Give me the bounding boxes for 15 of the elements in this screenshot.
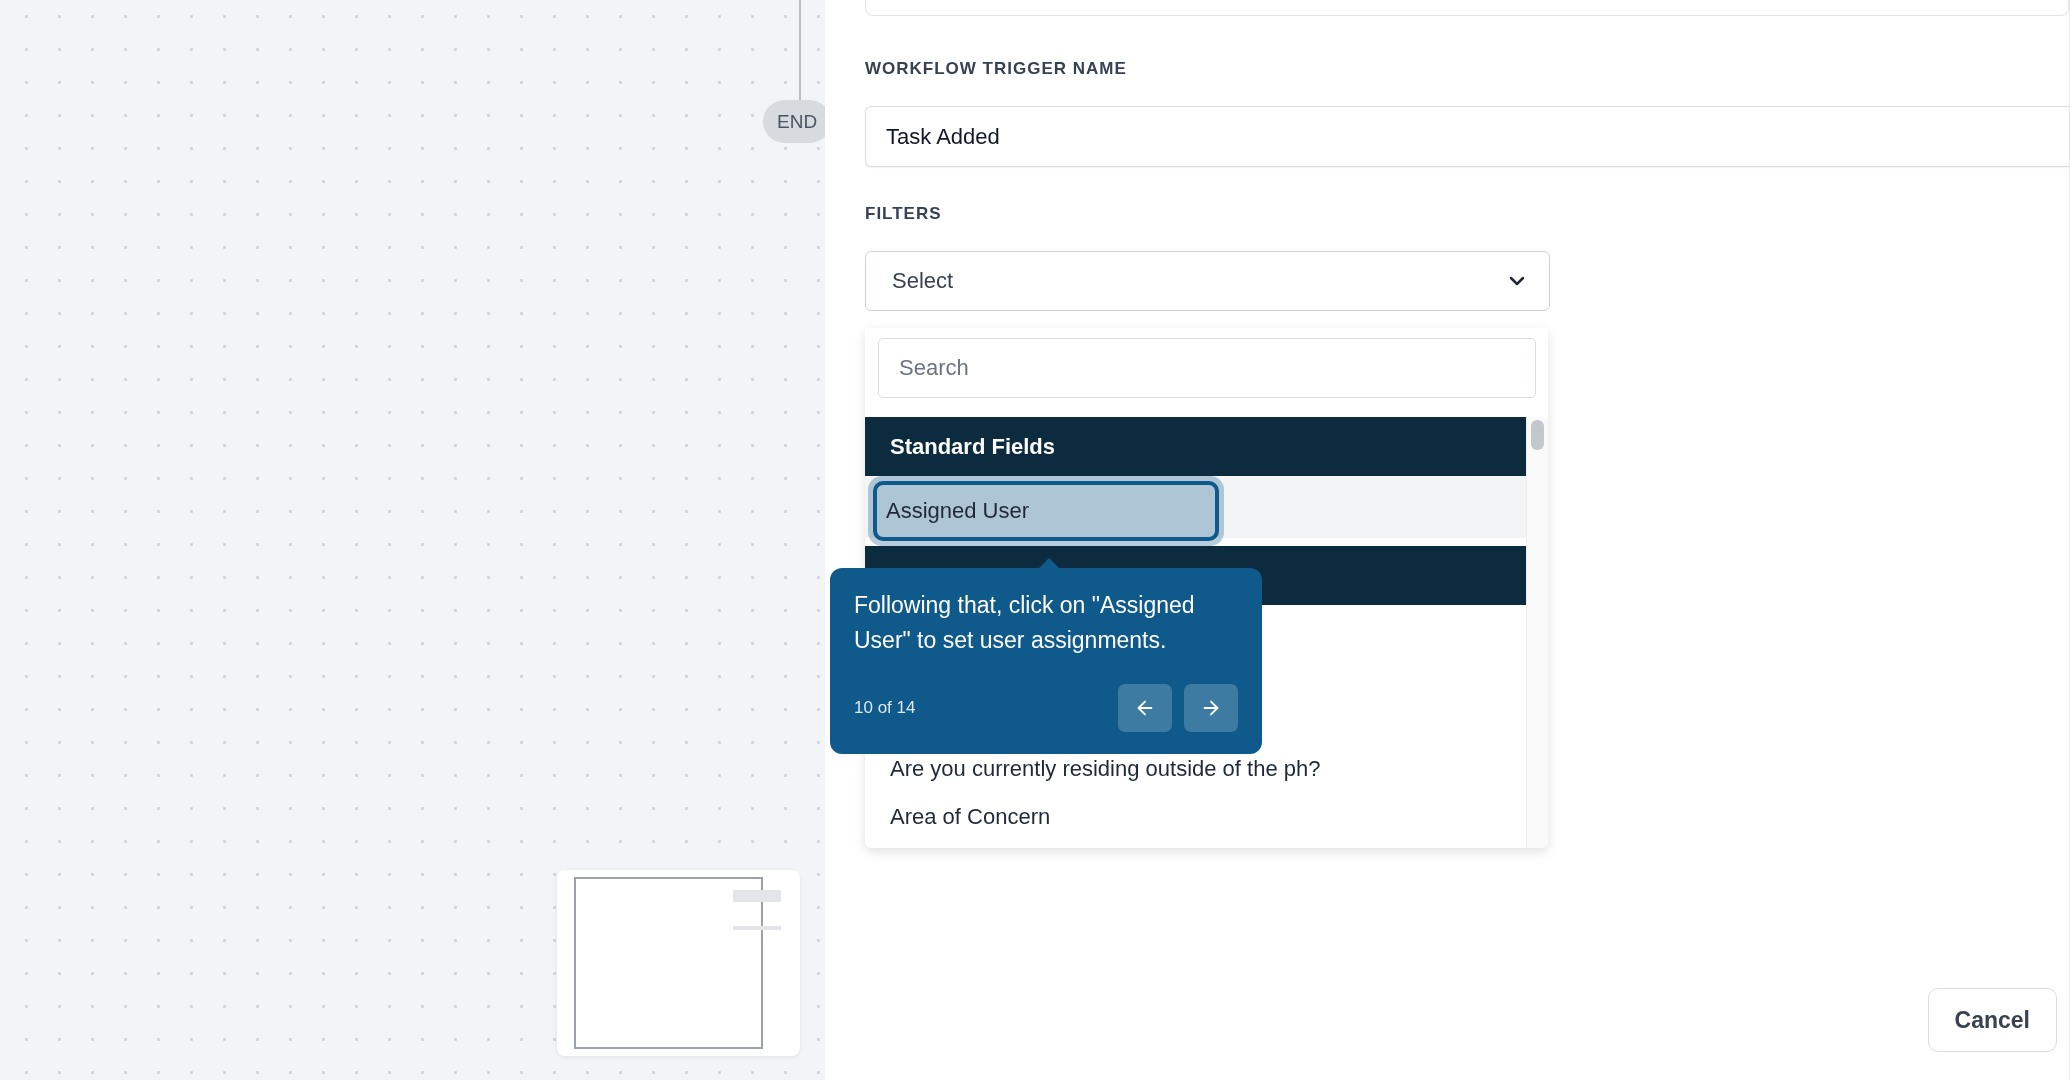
next-button[interactable] [1184,684,1238,732]
end-node: END [763,100,825,143]
field-label: FILTERS [865,204,943,224]
tooltip-text: Following that, click on "Assigned User" to set user assignments. [854,591,1196,655]
search-field[interactable]: Search [878,338,1536,398]
step-counter: 10 of 14 [854,698,916,718]
cancel-button[interactable]: Cancel [1927,988,2057,1052]
field-label: WORKFLOW TRIGGER NAME [865,59,1128,79]
trigger-name-field[interactable]: Task Added [865,106,2069,167]
input-field[interactable] [865,0,2069,16]
previous-button[interactable] [1118,684,1172,732]
minimap-node [733,890,781,902]
section-header: Standard Fields [865,417,1526,476]
filter-select[interactable]: Select [865,251,1550,311]
dropdown-option[interactable]: Assigned User [868,476,1224,546]
